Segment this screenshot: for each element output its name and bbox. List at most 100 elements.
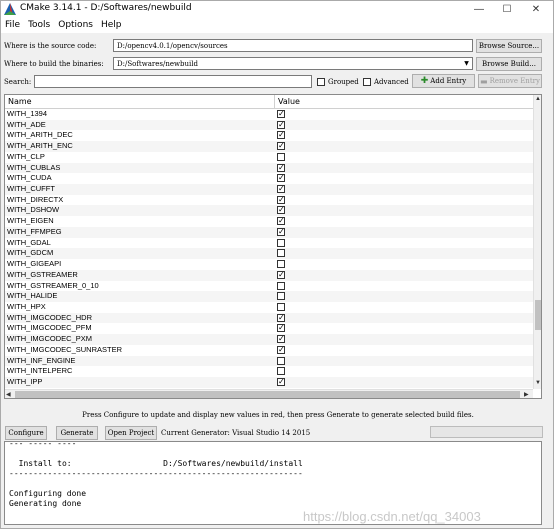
window-title: CMake 3.14.1 - D:/Softwares/newbuild <box>20 3 192 13</box>
value-checkbox[interactable]: ✓ <box>277 324 285 333</box>
variable-name: WITH_IMGCODEC_HDR <box>7 312 93 322</box>
progress-bar <box>430 426 543 438</box>
value-checkbox[interactable] <box>277 292 285 301</box>
value-checkbox[interactable]: ✓ <box>277 345 285 354</box>
value-checkbox[interactable]: ✓ <box>277 313 285 322</box>
value-checkbox[interactable]: ✓ <box>277 217 285 226</box>
value-checkbox[interactable]: ✓ <box>277 185 285 194</box>
menu-options[interactable]: Options <box>54 20 97 30</box>
horizontal-scroll-thumb[interactable] <box>15 391 520 398</box>
browse-source-button[interactable]: Browse Source... <box>476 39 542 53</box>
value-checkbox[interactable] <box>277 367 285 376</box>
variable-name: WITH_GDAL <box>7 237 51 247</box>
horizontal-scrollbar[interactable]: ◀ ▶ <box>5 389 533 398</box>
build-label: Where to build the binaries: <box>4 60 104 68</box>
menu-file[interactable]: File <box>1 20 24 30</box>
scroll-down-icon[interactable]: ▼ <box>535 380 541 386</box>
cache-variables-table[interactable]: Name Value WITH_1394 ✓ WITH_ADE ✓ WITH_ARITH… <box>4 94 542 399</box>
table-row[interactable]: WITH_FFMPEG ✓ <box>5 226 533 238</box>
value-checkbox[interactable]: ✓ <box>277 174 285 183</box>
advanced-label: Advanced <box>374 78 409 86</box>
table-row[interactable]: WITH_INTELPERC <box>5 366 533 377</box>
value-checkbox[interactable]: ✓ <box>277 335 285 344</box>
scroll-left-icon[interactable]: ◀ <box>6 391 11 398</box>
value-checkbox[interactable] <box>277 249 285 258</box>
remove-icon: ▬ <box>480 76 488 86</box>
variable-name: WITH_GDCM <box>7 248 54 258</box>
table-row[interactable]: WITH_CUDA ✓ <box>5 173 533 184</box>
menu-help[interactable]: Help <box>97 20 126 30</box>
table-row[interactable]: WITH_EIGEN ✓ <box>5 216 533 227</box>
vertical-scrollbar[interactable]: ▲ ▼ <box>533 95 541 389</box>
table-row[interactable]: WITH_GIGEAPI <box>5 259 533 270</box>
source-path-input[interactable]: D:/opencv4.0.1/opencv/sources <box>113 39 473 52</box>
open-project-button[interactable]: Open Project <box>105 426 157 440</box>
log-line: ----------------------------------------… <box>9 469 303 478</box>
table-row[interactable]: WITH_GSTREAMER ✓ <box>5 269 533 281</box>
status-hint: Press Configure to update and display ne… <box>82 411 474 419</box>
value-checkbox[interactable]: ✓ <box>277 206 285 215</box>
maximize-icon[interactable]: ☐ <box>493 1 521 17</box>
table-row[interactable]: WITH_ADE ✓ <box>5 119 533 131</box>
value-checkbox[interactable] <box>277 302 285 311</box>
generate-button[interactable]: Generate <box>56 426 98 440</box>
table-row[interactable]: WITH_CUFFT ✓ <box>5 184 533 195</box>
build-path-combobox[interactable]: D:/Softwares/newbuild ▼ <box>113 57 473 70</box>
table-row[interactable]: WITH_GDCM <box>5 248 533 260</box>
variable-name: WITH_IPP <box>7 376 43 386</box>
minimize-icon[interactable]: — <box>465 1 493 17</box>
table-row[interactable]: WITH_IPP ✓ <box>5 376 533 388</box>
value-checkbox[interactable] <box>277 152 285 161</box>
browse-build-button[interactable]: Browse Build... <box>476 57 542 71</box>
value-checkbox[interactable] <box>277 281 285 290</box>
search-input[interactable] <box>34 75 312 88</box>
value-checkbox[interactable]: ✓ <box>277 195 285 204</box>
table-row[interactable]: WITH_HALIDE <box>5 291 533 302</box>
value-checkbox[interactable] <box>277 238 285 247</box>
value-checkbox[interactable]: ✓ <box>277 227 285 236</box>
table-row[interactable]: WITH_CLP <box>5 152 533 163</box>
grouped-checkbox[interactable] <box>317 78 325 86</box>
value-checkbox[interactable]: ✓ <box>277 163 285 172</box>
table-row[interactable]: WITH_CUBLAS ✓ <box>5 162 533 174</box>
title-bar[interactable]: CMake 3.14.1 - D:/Softwares/newbuild — ☐… <box>1 1 553 17</box>
column-header-value[interactable]: Value <box>275 95 533 109</box>
table-body: WITH_1394 ✓ WITH_ADE ✓ WITH_ARITH_DEC ✓ WITH_A… <box>5 109 533 398</box>
variable-name: WITH_CUBLAS <box>7 162 61 172</box>
value-checkbox[interactable]: ✓ <box>277 131 285 140</box>
table-row[interactable]: WITH_ARITH_DEC ✓ <box>5 130 533 141</box>
scroll-right-icon[interactable]: ▶ <box>524 391 529 398</box>
table-row[interactable]: WITH_IMGCODEC_SUNRASTER ✓ <box>5 345 533 356</box>
vertical-scroll-thumb[interactable] <box>535 300 541 330</box>
table-row[interactable]: WITH_GDAL <box>5 238 533 249</box>
table-row[interactable]: WITH_IMGCODEC_PFM ✓ <box>5 323 533 334</box>
add-entry-label: Add Entry <box>430 77 467 85</box>
table-row[interactable]: WITH_DSHOW ✓ <box>5 205 533 217</box>
close-icon[interactable]: ✕ <box>522 1 550 17</box>
table-row[interactable]: WITH_IMGCODEC_HDR ✓ <box>5 312 533 324</box>
menu-tools[interactable]: Tools <box>24 20 54 30</box>
value-checkbox[interactable]: ✓ <box>277 110 285 118</box>
value-checkbox[interactable]: ✓ <box>277 377 285 386</box>
table-row[interactable]: WITH_IMGCODEC_PXM ✓ <box>5 334 533 345</box>
variable-name: WITH_GIGEAPI <box>7 259 62 269</box>
column-header-name[interactable]: Name <box>5 95 275 109</box>
chevron-down-icon[interactable]: ▼ <box>461 58 472 69</box>
remove-entry-button[interactable]: ▬ Remove Entry <box>478 74 542 88</box>
grouped-label: Grouped <box>328 78 359 86</box>
value-checkbox[interactable]: ✓ <box>277 270 285 279</box>
value-checkbox[interactable] <box>277 356 285 365</box>
table-row[interactable]: WITH_HPX <box>5 302 533 313</box>
value-checkbox[interactable]: ✓ <box>277 142 285 151</box>
add-entry-button[interactable]: ✚ Add Entry <box>412 74 475 88</box>
value-checkbox[interactable] <box>277 260 285 269</box>
table-row[interactable]: WITH_DIRECTX ✓ <box>5 195 533 206</box>
value-checkbox[interactable]: ✓ <box>277 120 285 129</box>
configure-button[interactable]: Configure <box>5 426 47 440</box>
advanced-checkbox[interactable] <box>363 78 371 86</box>
table-row[interactable]: WITH_ARITH_ENC ✓ <box>5 141 533 152</box>
table-row[interactable]: WITH_GSTREAMER_0_10 <box>5 281 533 292</box>
scroll-up-icon[interactable]: ▲ <box>535 96 541 102</box>
table-row[interactable]: WITH_1394 ✓ <box>5 109 533 120</box>
table-row[interactable]: WITH_INF_ENGINE <box>5 355 533 367</box>
